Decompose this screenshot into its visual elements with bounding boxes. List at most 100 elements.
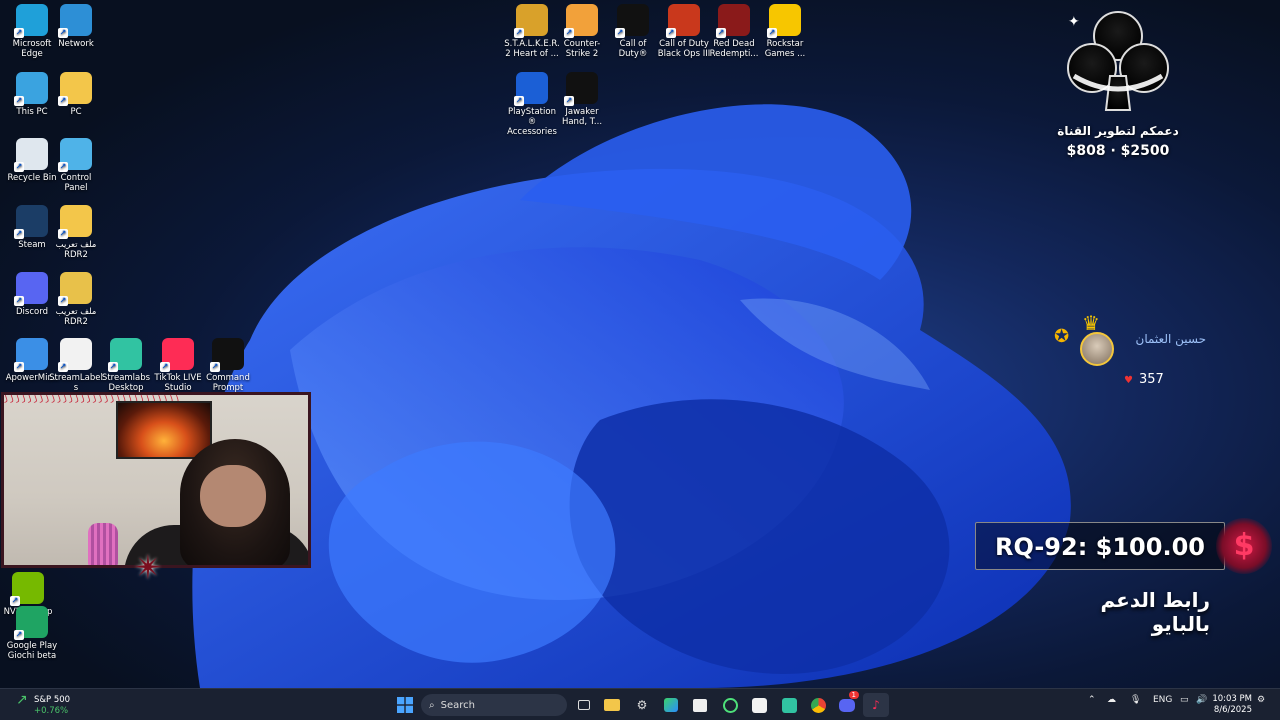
shortcut-arrow-icon: ↗	[58, 296, 68, 306]
supporter-likes: ♥ 357	[1124, 372, 1164, 387]
show-hidden-icons-chevron[interactable]: ⌃	[1088, 695, 1096, 705]
jawaker-icon: ↗	[564, 72, 598, 106]
settings-app-button[interactable]: ⚙	[629, 693, 655, 717]
microphone	[88, 523, 118, 565]
whatsapp-button[interactable]	[717, 693, 743, 717]
desktop-icon-playstation[interactable]: ↗ PlayStation® Accessories	[504, 72, 560, 137]
windows-logo-icon	[397, 697, 413, 713]
desktop-icon-network[interactable]: ↗ Network	[48, 4, 104, 49]
desktop-icon-control-panel[interactable]: ↗ Control Panel	[48, 138, 104, 193]
task-view-button[interactable]	[571, 693, 597, 717]
webcam-overlay: ⟆⟆⟆⟆⟆⟆⟆⟆⟆⟆⟆⟆⟆⟆⟆⟆⟆⟆⟆⟆⟆⟆⟆⟆⟆⟆⟆⟆⟆⟆	[1, 392, 311, 568]
call-of-duty-icon: ↗	[615, 4, 649, 38]
shortcut-arrow-icon: ↗	[514, 96, 524, 106]
desktop-icon-folder[interactable]: ↗ PC	[48, 72, 104, 117]
desktop-icon-label: Streamlabs Desktop	[101, 373, 151, 393]
tiktok-live-button[interactable]: ♪	[863, 693, 889, 717]
cmd-icon: ↗	[210, 338, 244, 372]
desktop-icon-red-dead[interactable]: ↗ Red Dead Redempti...	[706, 4, 762, 59]
steam-icon: ↗	[14, 205, 48, 239]
streamer-face	[200, 465, 266, 527]
whatsapp-icon	[722, 697, 738, 713]
stalker-icon: ↗	[514, 4, 548, 38]
shortcut-arrow-icon: ↗	[14, 162, 24, 172]
desktop-icon-streamlabs[interactable]: ↗ Streamlabs Desktop	[98, 338, 154, 393]
desktop-icon-label: Counter-Strike 2	[563, 39, 601, 59]
tiktok-icon: ♪	[872, 698, 880, 712]
desktop-icon-label: TikTok LIVE Studio	[154, 373, 202, 393]
desktop-icon-black-ops[interactable]: ↗ Call of Duty Black Ops III	[656, 4, 712, 59]
notification-icon[interactable]: ⚙	[1257, 695, 1265, 705]
playstation-icon: ↗	[514, 72, 548, 106]
donation-title: دعمكم لتطوير القناة	[1057, 124, 1179, 138]
taskbar: ↗ S&P 500 +0.76% ⌕ Search ⚙ 1 ♪ ⌃ ☁ 🎙 EN…	[0, 688, 1280, 720]
edge-icon: ↗	[14, 4, 48, 38]
shortcut-arrow-icon: ↗	[564, 28, 574, 38]
black-ops-icon: ↗	[666, 4, 700, 38]
shortcut-arrow-icon: ↗	[716, 28, 726, 38]
app-button-color[interactable]	[658, 693, 684, 717]
desktop-icon-call-of-duty[interactable]: ↗ Call of Duty®	[605, 4, 661, 59]
shortcut-arrow-icon: ↗	[58, 229, 68, 239]
shortcut-arrow-icon: ↗	[160, 362, 170, 372]
shortcut-arrow-icon: ↗	[14, 96, 24, 106]
desktop-icon-stalker[interactable]: ↗ S.T.A.L.K.E.R. 2 Heart of ...	[504, 4, 560, 59]
folder-icon: ↗	[58, 205, 92, 239]
desktop-icon-label: Control Panel	[60, 173, 92, 193]
chrome-icon	[810, 697, 826, 713]
shortcut-arrow-icon: ↗	[108, 362, 118, 372]
streamlabels-button[interactable]	[746, 693, 772, 717]
search-label: Search	[440, 699, 475, 711]
discord-button[interactable]: 1	[834, 691, 860, 717]
desktop-icon-zip-folder[interactable]: ↗ ملف تعريب RDR2	[48, 272, 104, 327]
onedrive-icon[interactable]: ☁	[1107, 695, 1116, 705]
rockstar-icon: ↗	[767, 4, 801, 38]
desktop-icon-jawaker[interactable]: ↗ Jawaker Hand, T...	[554, 72, 610, 127]
desktop-icon-tiktok[interactable]: ↗ TikTok LIVE Studio	[150, 338, 206, 393]
folder-icon	[604, 699, 620, 711]
color-app-icon	[664, 698, 678, 712]
shortcut-arrow-icon: ↗	[564, 96, 574, 106]
widget-title: S&P 500	[34, 695, 71, 705]
store-button[interactable]	[687, 693, 713, 717]
desktop-icon-label: Red Dead Redempti...	[709, 39, 759, 59]
apowermirror-icon: ↗	[14, 338, 48, 372]
shortcut-arrow-icon: ↗	[767, 28, 777, 38]
recycle-bin-icon: ↗	[14, 138, 48, 172]
desktop-icon-label: Call of Duty®	[618, 39, 648, 59]
microphone-icon[interactable]: 🎙	[1130, 695, 1141, 705]
file-explorer-button[interactable]	[599, 693, 625, 717]
tiktok-icon: ↗	[160, 338, 194, 372]
shortcut-arrow-icon: ↗	[58, 28, 68, 38]
streamlabs-button[interactable]	[776, 693, 802, 717]
desktop-icon-google-play-games[interactable]: ↗ Google Play Giochi beta	[4, 606, 60, 661]
volume-icon[interactable]: 🔊	[1196, 695, 1207, 705]
chrome-button[interactable]	[805, 693, 831, 717]
desktop-icon-label: ملف تعريب RDR2	[55, 307, 97, 327]
desktop-icon-folder[interactable]: ↗ ملف تعريب RDR2	[48, 205, 104, 260]
gear-icon: ⚙	[636, 698, 648, 712]
dollar-badge-icon: $	[1216, 518, 1272, 574]
shortcut-arrow-icon: ↗	[14, 229, 24, 239]
stock-widget[interactable]: ↗ S&P 500 +0.76%	[16, 693, 96, 717]
shortcut-arrow-icon: ↗	[14, 630, 24, 640]
desktop-icon-streamlabels[interactable]: ↗ StreamLabels	[48, 338, 104, 393]
ninja-star-icon: ✴	[134, 548, 163, 588]
shortcut-arrow-icon: ↗	[58, 362, 68, 372]
taskbar-search[interactable]: ⌕ Search	[421, 694, 567, 716]
streamlabs-icon	[781, 697, 797, 713]
club-suit-icon: ✦	[1067, 11, 1169, 111]
streamlabs-icon: ↗	[108, 338, 142, 372]
system-clock[interactable]: 10:03 PM 8/6/2025	[1212, 694, 1252, 716]
zip-folder-icon: ↗	[58, 272, 92, 306]
language-indicator[interactable]: ENG	[1153, 695, 1172, 705]
gift-goal-banner: RQ-92: $100.00	[975, 522, 1225, 570]
fireplace-tv	[116, 401, 212, 459]
nvidia-icon: ↗	[10, 572, 44, 606]
desktop-icon-cmd[interactable]: ↗ Command Prompt	[200, 338, 256, 393]
desktop-icon-counter-strike[interactable]: ↗ Counter-Strike 2	[554, 4, 610, 59]
discord-notification-badge: 1	[848, 691, 859, 699]
desktop-icon-rockstar[interactable]: ↗ Rockstar Games ...	[757, 4, 813, 59]
network-icon[interactable]: ▭	[1180, 695, 1189, 705]
start-button[interactable]	[392, 693, 418, 717]
